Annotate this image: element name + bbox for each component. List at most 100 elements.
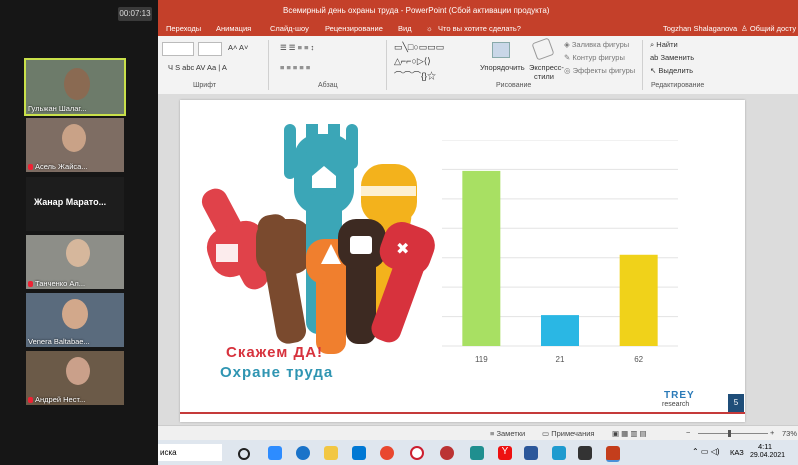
powerpoint-icon[interactable] (606, 446, 620, 462)
participant-tile[interactable]: Асель Жайса... (26, 118, 124, 172)
participant-name: Танченко Ал... (35, 279, 86, 288)
quick-styles-button[interactable]: Экспресс-стили (529, 63, 564, 81)
notes-button[interactable]: ≡ Заметки (490, 429, 525, 438)
window-title: Всемирный день охраны труда - PowerPoint… (283, 6, 550, 15)
font-name-select[interactable] (162, 42, 194, 56)
tab-view[interactable]: Вид (398, 24, 412, 33)
meeting-timer: 00:07:13 (118, 7, 152, 21)
task-view-icon[interactable] (238, 448, 250, 460)
zoom-slider[interactable] (698, 433, 768, 434)
list-icons[interactable]: ☰ ☰ ≡ ≡ ↕ (280, 43, 314, 52)
zoom-out-button[interactable]: − (686, 428, 690, 437)
shape-outline-button[interactable]: ✎ Контур фигуры (564, 53, 625, 62)
drawing-group-label: Рисование (496, 82, 532, 89)
mic-muted-icon (28, 164, 33, 170)
chart-bar-119[interactable] (462, 170, 501, 346)
status-bar: ≡ Заметки ▭ Примечания ▣ ▦ ▥ ▤ − + 73% (158, 425, 798, 441)
quick-styles-icon[interactable] (531, 37, 555, 61)
tab-animation[interactable]: Анимация (216, 24, 251, 33)
select-button[interactable]: ↖ Выделить (650, 66, 693, 75)
paint-bucket-icon: ◈ (564, 40, 570, 49)
align-icons[interactable]: ≡ ≡ ≡ ≡ ≡ (280, 63, 310, 72)
notes-label: Заметки (496, 429, 526, 438)
shape-effects-button[interactable]: ◎ Эффекты фигуры (564, 66, 635, 75)
comments-button[interactable]: ▭ Примечания (542, 429, 595, 438)
tell-me-input[interactable]: Что вы хотите сделать? (438, 24, 521, 33)
tab-review[interactable]: Рецензирование (325, 24, 383, 33)
comment-icon: ▭ (542, 429, 550, 438)
yandex-icon[interactable]: Y (498, 446, 512, 460)
media-icon[interactable] (440, 446, 454, 460)
participant-video (64, 68, 90, 100)
participant-tile[interactable]: Танченко Ал... (26, 235, 124, 289)
participant-name: Venera Baltabae... (28, 337, 90, 346)
find-button[interactable]: ⌕ Найти (650, 40, 678, 50)
zoom-slider-thumb[interactable] (728, 430, 731, 437)
shapes-gallery[interactable]: ▭╲□○▭▭▭ (394, 42, 444, 53)
taskbar-search[interactable]: иска (158, 444, 222, 461)
participant-name: Гульжан Шалаг... (28, 104, 87, 113)
word-icon[interactable] (524, 446, 538, 460)
tab-slideshow[interactable]: Слайд-шоу (270, 24, 309, 33)
zoom-app-icon[interactable] (268, 446, 282, 460)
select-label: Выделить (658, 66, 693, 75)
shapes-gallery-row3[interactable]: ⌒⌒⌒{}☆ (394, 69, 436, 82)
language-indicator[interactable]: КАЗ (730, 448, 744, 457)
shape-outline-label: Контур фигуры (572, 53, 625, 62)
chart-x-axis-labels: 119 21 62 (475, 355, 644, 364)
opera-icon[interactable] (410, 446, 424, 460)
arrange-icon[interactable] (492, 42, 510, 58)
participant-name: Асель Жайса... (35, 162, 88, 171)
font-group-label: Шрифт (193, 82, 217, 89)
clock-date[interactable]: 29.04.2021 (750, 452, 785, 459)
tray-icons[interactable]: ⌃ ▭ ◁) (692, 447, 720, 456)
footer-line (180, 412, 745, 414)
search-icon: ⌕ (650, 40, 655, 49)
replace-label: Заменить (660, 53, 695, 62)
ribbon-tabs: Переходы Анимация Слайд-шоу Рецензирован… (158, 22, 798, 36)
edge-icon[interactable] (296, 446, 310, 460)
effects-icon: ◎ (564, 66, 571, 75)
shape-fill-label: Заливка фигуры (571, 40, 630, 49)
group-divider (642, 40, 643, 90)
font-size-up-icon[interactable]: A˄ A˅ (228, 43, 248, 52)
participants-panel: 00:07:13 Гульжан Шалаг... Асель Жайса...… (0, 0, 158, 465)
zoom-level[interactable]: 73% (782, 429, 797, 438)
file-explorer-icon[interactable] (324, 446, 338, 460)
browser-e-icon[interactable] (470, 446, 484, 460)
participant-tile[interactable]: Гульжан Шалаг... (24, 58, 126, 116)
mic-muted-icon (28, 397, 33, 403)
participant-tile[interactable]: Venera Baltabae... (26, 293, 124, 347)
tab-transitions[interactable]: Переходы (166, 24, 201, 33)
font-size-select[interactable] (198, 42, 222, 56)
shapes-gallery-row2[interactable]: △⌐⌐○▷⟨⟩ (394, 56, 431, 67)
find-label: Найти (656, 40, 678, 49)
x-tick-label: 62 (634, 355, 643, 364)
font-format-icons[interactable]: Ч S abc AV Aa | A (168, 63, 227, 72)
lightbulb-icon: ☼ (426, 24, 433, 33)
zoom-in-button[interactable]: + (770, 428, 774, 437)
participant-video (62, 299, 88, 329)
telegram-icon[interactable] (552, 446, 566, 460)
shape-fill-button[interactable]: ◈ Заливка фигуры (564, 40, 629, 49)
share-button[interactable]: ♙ Общий досту (741, 24, 796, 33)
participant-video (62, 124, 86, 152)
slogan-line2: Охране труда (220, 364, 334, 381)
slide-canvas[interactable]: ✖ Скажем ДА! Охране труда 119 21 62 TREY r… (180, 100, 745, 422)
participant-tile[interactable]: Андрей Нест... (26, 351, 124, 405)
slogan-line1: Скажем ДА! (226, 344, 324, 361)
logo-bottom: research (662, 401, 690, 408)
app-icon[interactable] (578, 446, 592, 460)
comments-label: Примечания (551, 429, 595, 438)
mail-icon[interactable] (352, 446, 366, 460)
chrome-icon[interactable] (380, 446, 394, 460)
bar-chart[interactable]: 119 21 62 (442, 140, 678, 368)
replace-button[interactable]: ab Заменить (650, 53, 694, 62)
chart-bar-21[interactable] (541, 315, 579, 346)
paragraph-group-label: Абзац (318, 82, 338, 89)
arrange-button[interactable]: Упорядочить (480, 63, 525, 72)
participant-tile[interactable]: Жанар Марато... (26, 177, 124, 231)
clock-time[interactable]: 4:11 (758, 442, 772, 451)
chart-bar-62[interactable] (619, 254, 658, 346)
view-buttons[interactable]: ▣ ▦ ▥ ▤ (612, 429, 647, 438)
